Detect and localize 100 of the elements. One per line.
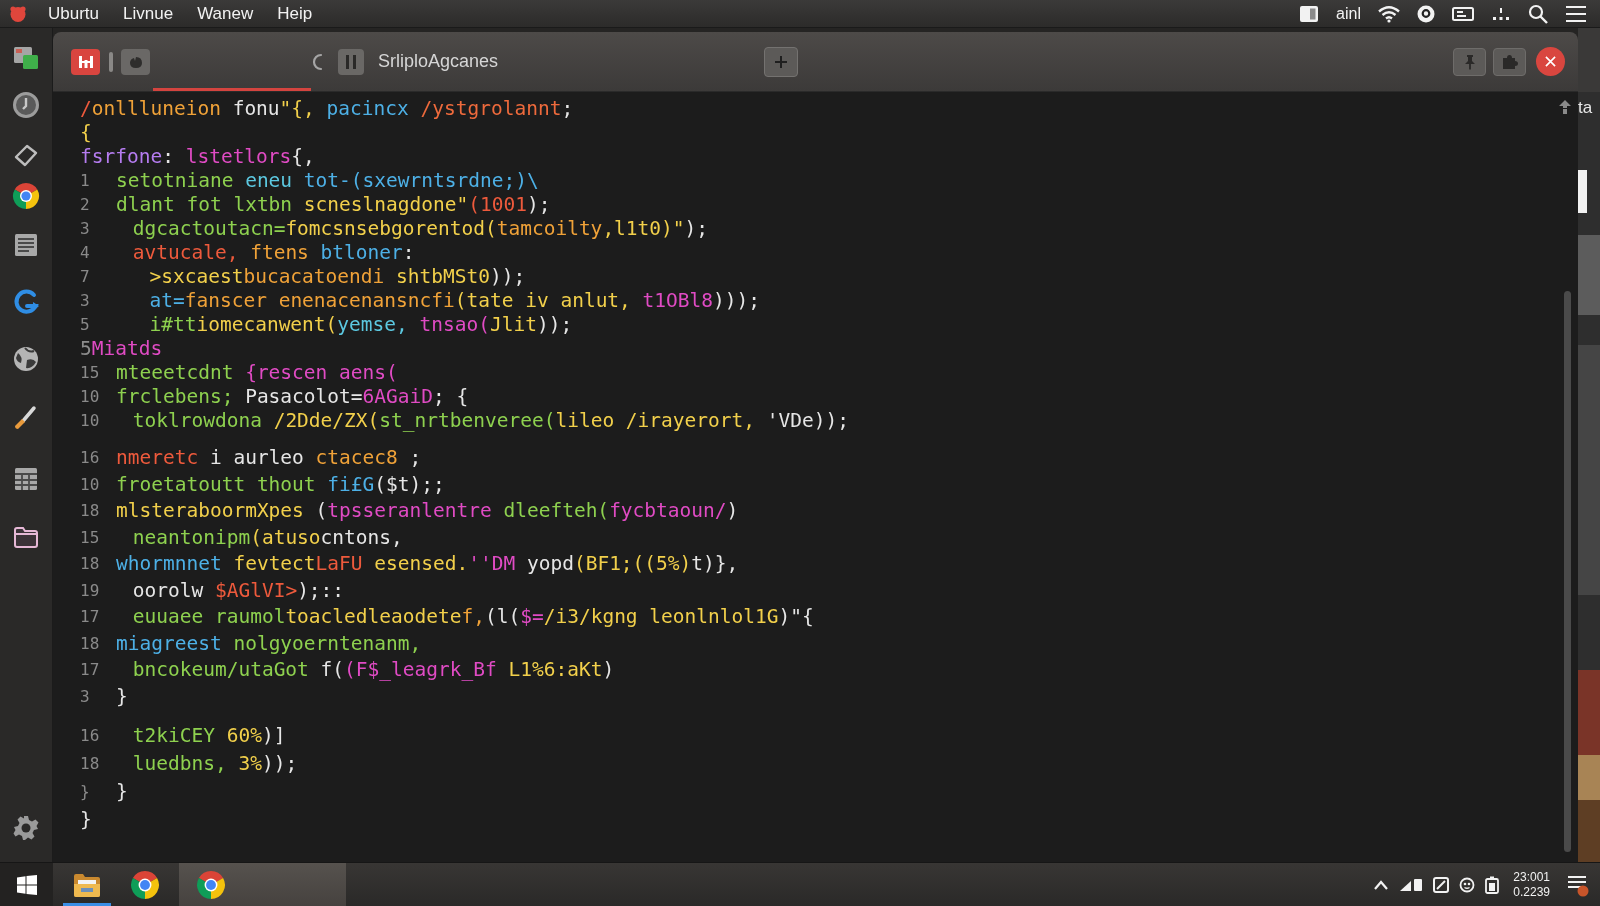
- line-number: 15: [80, 526, 100, 549]
- smiley-icon[interactable]: [1459, 876, 1476, 893]
- line-number: 18: [80, 500, 100, 522]
- search-icon[interactable]: [1528, 3, 1548, 24]
- code-line: nmeretc i aurleo ctacec8 ;: [116, 445, 422, 471]
- code-line: fsrfone: lstetlors{,: [80, 145, 315, 169]
- logo-icon[interactable]: [9, 4, 27, 23]
- close-icon: [1545, 56, 1556, 67]
- window-panel: [1578, 800, 1600, 862]
- taskbar-button[interactable]: [179, 863, 346, 906]
- code-line: neantonipm(atusocntons,: [132, 524, 403, 551]
- menu-icon[interactable]: [1565, 4, 1587, 23]
- code-line: setotniane eneu tot-(sxewrntsrdne;)\: [116, 169, 539, 193]
- dots-icon[interactable]: [1491, 6, 1511, 21]
- code-line: toklrowdona /2Dde/ZX(st_nrtbenveree(lileo /irayerort, 'VDe));: [132, 409, 849, 433]
- menu-item[interactable]: Livnue: [123, 5, 174, 22]
- code-line: t2kiCEY 60%)]: [132, 723, 286, 749]
- line-number: 10: [80, 386, 100, 408]
- app-menu-button[interactable]: [71, 48, 100, 75]
- menu-item[interactable]: Heip: [277, 5, 313, 22]
- line-number: 15: [80, 362, 100, 384]
- code-line: whormnnet fevtectLaFU esensed.''DM yopd(BF1;((5%)t)},: [116, 551, 739, 577]
- calculator-icon[interactable]: [12, 465, 40, 493]
- close-button[interactable]: [1536, 47, 1565, 76]
- toolbar-button[interactable]: [121, 48, 150, 75]
- window-stack-icon[interactable]: [12, 44, 40, 72]
- code-line: dlant fot lxtbn scneslnagdone"(1001);: [116, 193, 551, 217]
- line-number: 2: [80, 194, 90, 216]
- code-line: /onllluneion fonu"{, pacincx /ystgrolannt;: [80, 97, 574, 121]
- code-line: frclebens; Pasacolot=6AGaiD; {: [116, 385, 469, 409]
- window-text: ta: [1578, 99, 1594, 116]
- puzzle-button[interactable]: [1493, 47, 1526, 76]
- scrollbar-thumb[interactable]: [1564, 291, 1571, 852]
- code-line: }: [116, 779, 128, 805]
- line-number: 10: [80, 410, 100, 432]
- editor-tab[interactable]: SrliploAgcanes: [311, 46, 499, 77]
- arrow-up-icon[interactable]: [1559, 100, 1571, 114]
- window-icon[interactable]: [1299, 3, 1320, 24]
- line-number: 19: [80, 579, 100, 602]
- code-line: froetatoutt thout fi£G($t);;: [116, 471, 445, 498]
- code-line: oorolw $AGlVI>);::: [132, 577, 345, 604]
- puzzle-icon: [1501, 53, 1518, 70]
- tricolor-ring-icon: [130, 869, 160, 900]
- code-line: bncokeum/utaGot f((F$_leagrk_Bf L1%6:aKt): [132, 657, 615, 683]
- line-number: }: [80, 781, 90, 803]
- code-line: at=fanscer enenacenansncfi(tate iv anlut, t1OBl8)));: [149, 289, 760, 313]
- line-number: 18: [80, 753, 100, 775]
- code-line: 5Miatds: [80, 337, 163, 361]
- line-number: 3: [80, 218, 90, 240]
- start-button[interactable]: [0, 863, 53, 906]
- settings-icon[interactable]: [12, 814, 40, 842]
- tricolor-ring-icon[interactable]: [12, 182, 40, 210]
- code-line: }: [80, 807, 92, 833]
- code-line: >sxcaestbucacatoendi shtbMSt0));: [149, 265, 526, 289]
- plus-icon: [774, 54, 789, 69]
- line-number: 1: [80, 170, 90, 192]
- code-line: {: [80, 121, 92, 145]
- caret-up-icon[interactable]: [1373, 878, 1390, 891]
- arrow-circle-icon[interactable]: [12, 288, 40, 316]
- pin-button[interactable]: [1453, 47, 1486, 76]
- clock-date[interactable]: 0.2239: [1513, 884, 1550, 900]
- code-line: mlsteraboormXpes (tpsseranlentre dleefteh(fycbtaoun/): [116, 498, 739, 524]
- line-number: 5: [80, 314, 90, 336]
- line-number: 18: [80, 632, 100, 655]
- code-line: euuaee raumoltoacledleaodetef,(l($=/i3/kgng leonlnlol1G)"{: [132, 604, 814, 630]
- window-strip: [1578, 170, 1587, 213]
- code-line: avtucale, ftens btloner:: [132, 241, 415, 265]
- line-number: 10: [80, 473, 100, 496]
- code-line: dgcactoutacn=fomcsnsebgorentod(tamcoilty,l1t0)");: [132, 217, 709, 241]
- pause-icon: [338, 48, 364, 75]
- status-text: ainl: [1336, 5, 1361, 22]
- line-number: 4: [80, 242, 90, 264]
- blob-icon: [128, 54, 143, 69]
- grid-icon: [77, 54, 94, 69]
- line-number: 3: [80, 685, 90, 708]
- line-number: 16: [80, 725, 100, 747]
- code-line: i#ttiomecanwent(yemse, tnsao(Jlit));: [149, 313, 573, 337]
- clock-icon[interactable]: [12, 91, 40, 119]
- battery-icon[interactable]: [1485, 875, 1500, 894]
- clock-time[interactable]: 23:001: [1513, 869, 1550, 885]
- line-number: 17: [80, 659, 100, 681]
- code-line: miagreest nolgyoerntenanm,: [116, 630, 422, 657]
- globe-icon[interactable]: [12, 345, 40, 373]
- ring-icon[interactable]: [1417, 4, 1435, 23]
- new-tab-button[interactable]: [764, 46, 799, 77]
- document-icon[interactable]: [12, 231, 40, 259]
- line-number: 3: [80, 290, 90, 312]
- code-line: }: [116, 683, 128, 710]
- spinner-icon: [311, 51, 323, 72]
- line-number: 16: [80, 447, 100, 469]
- menu-item[interactable]: Wanew: [197, 5, 254, 22]
- menu-item[interactable]: Uburtu: [48, 5, 100, 22]
- display-icon[interactable]: [1433, 876, 1450, 893]
- line-number: 17: [80, 606, 100, 628]
- code-line: mteeetcdnt {rescen aens(: [116, 361, 398, 385]
- wifi-icon[interactable]: [1378, 4, 1400, 23]
- four-panes-icon: [16, 874, 37, 895]
- line-number: 18: [80, 553, 100, 575]
- card-icon[interactable]: [1452, 4, 1474, 23]
- code-line: luedbns, 3%));: [132, 751, 298, 777]
